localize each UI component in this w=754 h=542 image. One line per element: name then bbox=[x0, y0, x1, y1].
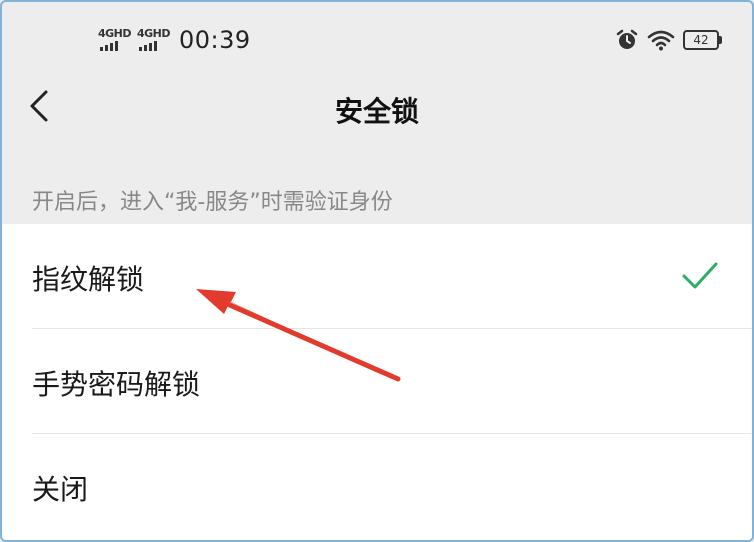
wifi-icon bbox=[647, 30, 675, 51]
option-off[interactable]: 关闭 bbox=[2, 434, 752, 539]
status-bar: 4GHD 4GHD 00:39 42 bbox=[2, 2, 752, 74]
check-icon bbox=[682, 262, 718, 289]
screen: 4GHD 4GHD 00:39 42 安全锁 开启后，进入“我-服务”时需验证身… bbox=[0, 0, 754, 542]
battery-icon: 42 bbox=[683, 30, 722, 50]
alarm-icon bbox=[616, 29, 638, 49]
page-title: 安全锁 bbox=[334, 95, 419, 128]
option-fingerprint-unlock[interactable]: 指纹解锁 bbox=[2, 224, 752, 329]
nav-bar: 安全锁 bbox=[2, 74, 752, 140]
section-hint: 开启后，进入“我-服务”时需验证身份 bbox=[32, 190, 393, 215]
sim2-network-type: 4GHD bbox=[137, 27, 171, 40]
sim1-signal-icon: 4GHD bbox=[98, 28, 134, 54]
battery-level: 42 bbox=[693, 33, 709, 47]
option-label: 指纹解锁 bbox=[32, 263, 145, 296]
sim1-network-type: 4GHD bbox=[98, 27, 132, 40]
option-label: 手势密码解锁 bbox=[32, 368, 201, 401]
option-label: 关闭 bbox=[32, 473, 89, 506]
status-icons: 42 bbox=[615, 28, 722, 52]
status-time: 00:39 bbox=[179, 26, 251, 54]
lock-options-list: 指纹解锁 手势密码解锁 关闭 bbox=[2, 224, 752, 540]
sim2-signal-icon: 4GHD bbox=[137, 28, 173, 54]
option-gesture-password-unlock[interactable]: 手势密码解锁 bbox=[2, 329, 752, 434]
